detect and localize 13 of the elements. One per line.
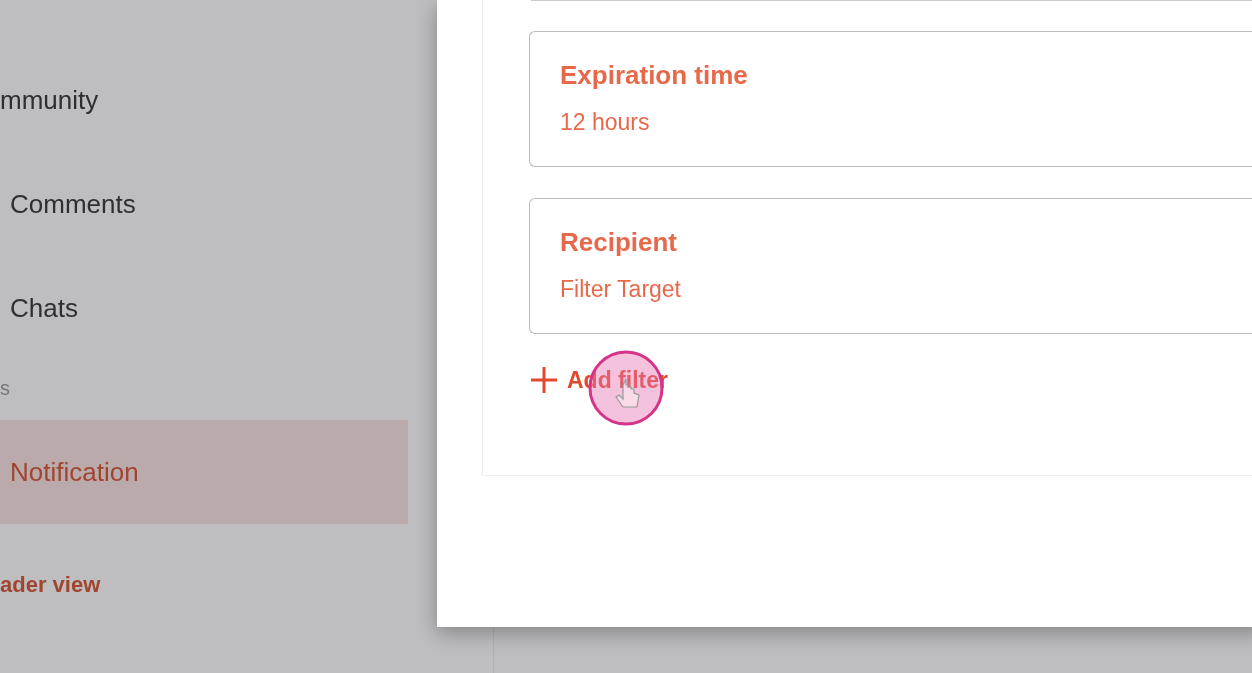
sidebar-item[interactable]: Comments [0,152,408,256]
filter-title: Recipient [560,227,679,258]
plus-icon [529,365,559,395]
filter-card[interactable]: Expiration time 12 hours [529,31,1252,167]
reader-view-link[interactable]: ader view [0,572,101,598]
sidebar-item[interactable]: mmunity [0,48,408,152]
filter-value: Filter Target [560,276,682,303]
sidebar-item[interactable]: Notification [0,420,408,524]
filter-value: 12 hours [560,109,651,136]
section-label: s [0,375,10,401]
filter-title: Expiration time [560,60,749,91]
filter-card[interactable]: Recipient Filter Target [529,198,1252,334]
sidebar-item[interactable]: Chats [0,256,408,360]
